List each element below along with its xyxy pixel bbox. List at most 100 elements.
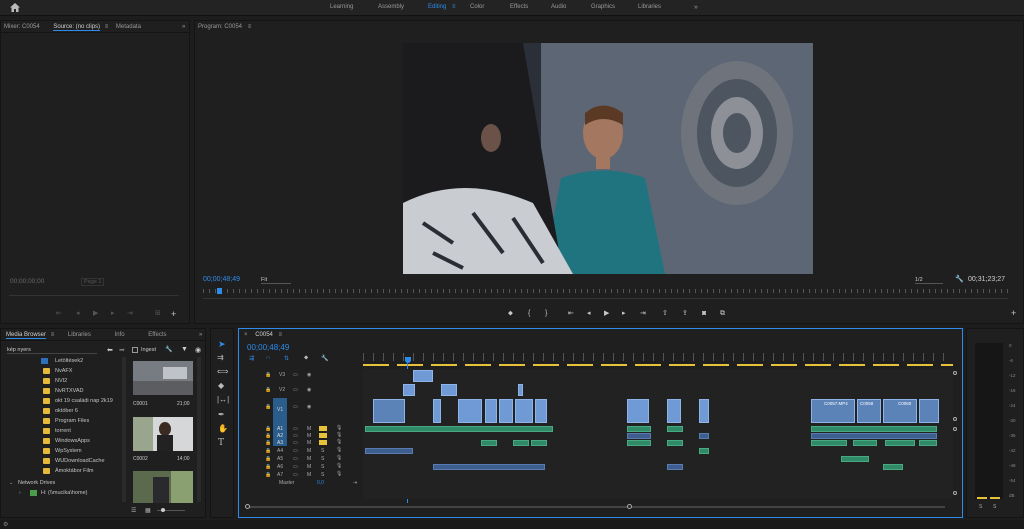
tree-item-okt19[interactable]: okt 19 családi nap 2k19 xyxy=(55,398,113,404)
workspace-tab-libraries[interactable]: Libraries xyxy=(638,4,661,10)
a1-solo-toggle[interactable] xyxy=(319,426,327,431)
a3-mute-icon[interactable]: M xyxy=(307,440,311,446)
tree-expand-icon[interactable]: ⌄ xyxy=(9,480,13,486)
source-page-select[interactable]: Page 1 xyxy=(81,278,105,286)
v1-clip-c0060[interactable]: C0060 xyxy=(883,399,917,423)
razor-tool-icon[interactable]: ◆ xyxy=(218,381,224,390)
a6-label[interactable]: A6 xyxy=(277,464,283,470)
source-step-forward-icon[interactable]: ⇥ xyxy=(127,310,133,318)
source-insert-icon[interactable]: ⊞ xyxy=(155,310,161,318)
timeline-vertical-scrollbar[interactable] xyxy=(953,369,959,499)
tree-collapse-icon[interactable]: › xyxy=(19,490,21,496)
v1-label[interactable]: V1 xyxy=(277,407,283,413)
source-play-icon[interactable]: ▶ xyxy=(93,310,98,318)
selection-tool-icon[interactable]: ➤ xyxy=(218,339,226,350)
a5-mic-icon[interactable]: 🎙 xyxy=(336,455,342,461)
tab-effects[interactable]: Effects xyxy=(148,332,166,338)
v1-clip[interactable] xyxy=(433,399,441,423)
v1-clip[interactable] xyxy=(919,399,939,423)
a1-label[interactable]: A1 xyxy=(277,426,283,432)
v3-clip[interactable] xyxy=(413,370,433,382)
workspace-tab-graphics[interactable]: Graphics xyxy=(591,4,615,10)
source-prev-frame-icon[interactable]: ◂ xyxy=(76,310,80,318)
v2-lock-icon[interactable]: 🔒 xyxy=(265,387,271,393)
v3-sync-icon[interactable]: ▭ xyxy=(293,372,298,378)
solo-right-toggle[interactable]: S xyxy=(993,504,996,510)
a5-sync-icon[interactable]: ▭ xyxy=(293,456,298,462)
add-marker-icon[interactable]: ⬥ xyxy=(508,310,513,318)
add-marker-timeline-icon[interactable]: ⬥ xyxy=(304,355,308,362)
a6-clip[interactable] xyxy=(667,464,683,470)
v1-clip[interactable] xyxy=(535,399,547,423)
a4-sync-icon[interactable]: ▭ xyxy=(293,448,298,454)
v1-clip[interactable] xyxy=(699,399,709,423)
tree-item-nvrtxvad[interactable]: NvRTXVAD xyxy=(55,388,84,394)
a4-clip[interactable] xyxy=(699,448,709,454)
a6-clip[interactable] xyxy=(433,464,545,470)
timeline-settings-wrench-icon[interactable]: 🔧 xyxy=(321,355,328,362)
media-tab-menu-icon[interactable]: ≡ xyxy=(51,332,55,338)
a6-mic-icon[interactable]: 🎙 xyxy=(336,463,342,469)
sequence-menu-icon[interactable]: ≡ xyxy=(279,332,283,338)
status-indicator-icon[interactable]: ⚙ xyxy=(3,521,8,528)
a6-clip[interactable] xyxy=(883,464,903,470)
nest-icon[interactable]: ⇶ xyxy=(249,355,254,362)
a1-clip[interactable] xyxy=(667,426,683,432)
tree-item-wudownloadcache[interactable]: WUDownloadCache xyxy=(55,458,105,464)
a4-mic-icon[interactable]: 🎙 xyxy=(336,447,342,453)
forward-arrow-icon[interactable]: ➡ xyxy=(119,346,125,354)
a1-lock-icon[interactable]: 🔒 xyxy=(265,426,271,432)
workspace-tab-color[interactable]: Color xyxy=(470,4,484,10)
timeline-playhead-head[interactable] xyxy=(405,357,411,363)
ingest-settings-wrench-icon[interactable]: 🔧 xyxy=(165,346,172,353)
v2-label[interactable]: V2 xyxy=(279,387,285,393)
tree-item-letoltesek2[interactable]: Letöltések2 xyxy=(55,358,83,364)
workspace-tab-assembly[interactable]: Assembly xyxy=(378,4,404,10)
workspace-tab-learning[interactable]: Learning xyxy=(330,4,353,10)
a2-label[interactable]: A2 xyxy=(277,433,283,439)
a3-clip[interactable] xyxy=(513,440,529,446)
a5-solo-toggle[interactable]: S xyxy=(321,456,324,462)
tree-item-program-files[interactable]: Program Files xyxy=(55,418,89,424)
master-volume[interactable]: 0,0 xyxy=(317,480,324,486)
filter-icon[interactable]: ▼ xyxy=(181,346,188,353)
a3-lock-icon[interactable]: 🔒 xyxy=(265,440,271,446)
mark-out-icon[interactable]: } xyxy=(545,310,547,318)
go-to-in-icon[interactable]: ⇤ xyxy=(568,310,574,318)
v2-clip[interactable] xyxy=(403,384,415,396)
tab-libraries[interactable]: Libraries xyxy=(68,332,91,338)
source-timecode[interactable]: 00;00;00;00 xyxy=(10,278,44,285)
program-playhead[interactable] xyxy=(217,288,222,294)
lift-icon[interactable]: ⇧ xyxy=(662,310,668,318)
a2-sync-icon[interactable]: ▭ xyxy=(293,433,298,439)
tree-item-network-home[interactable]: H: (\\mucika\home) xyxy=(41,490,87,496)
workspace-menu-icon[interactable]: ≡ xyxy=(452,4,456,10)
v1-clip-c0057[interactable]: C0057.MP4 xyxy=(811,399,855,423)
location-dropdown[interactable]: kép nyers xyxy=(7,347,97,354)
a6-mute-icon[interactable]: M xyxy=(307,464,311,470)
program-menu-icon[interactable]: ≡ xyxy=(248,24,252,30)
v1-clip[interactable] xyxy=(515,399,533,423)
program-timecode[interactable]: 00;00;48;49 xyxy=(203,276,240,283)
clip-thumbnail-c0003[interactable] xyxy=(133,471,193,503)
a3-clip[interactable] xyxy=(531,440,547,446)
sequence-tab[interactable]: C0054 xyxy=(255,332,273,338)
thumbnail-size-slider-handle[interactable] xyxy=(161,508,165,512)
a7-label[interactable]: A7 xyxy=(277,472,283,478)
a4-label[interactable]: A4 xyxy=(277,448,283,454)
mark-in-icon[interactable]: { xyxy=(528,310,530,318)
a3-clip[interactable] xyxy=(919,440,937,446)
workspace-tab-audio[interactable]: Audio xyxy=(551,4,566,10)
v1-lock-icon[interactable]: 🔒 xyxy=(265,404,271,410)
a1-clip[interactable] xyxy=(365,426,553,432)
export-frame-camera-icon[interactable]: ◙ xyxy=(702,310,706,318)
a6-solo-toggle[interactable]: S xyxy=(321,464,324,470)
a3-label[interactable]: A3 xyxy=(277,440,283,446)
program-time-ruler[interactable] xyxy=(203,289,1008,293)
tab-media-browser[interactable]: Media Browser xyxy=(6,332,47,339)
tree-item-nvafx[interactable]: NvAFX xyxy=(55,368,72,374)
a1-sync-icon[interactable]: ▭ xyxy=(293,426,298,432)
tree-item-windowsapps[interactable]: WindowsApps xyxy=(55,438,90,444)
v1-clip[interactable] xyxy=(499,399,513,423)
v1-sync-icon[interactable]: ▭ xyxy=(293,404,298,410)
